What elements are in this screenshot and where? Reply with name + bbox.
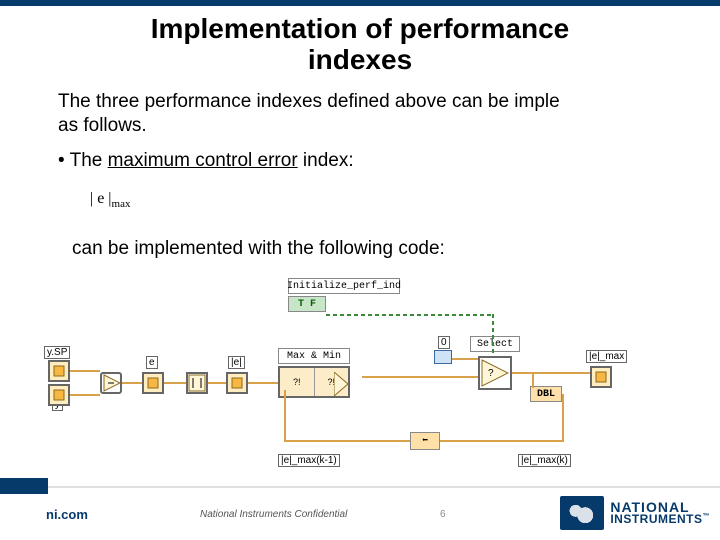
numeric-icon xyxy=(147,377,159,389)
node-zero xyxy=(434,350,452,364)
numeric-icon xyxy=(231,377,243,389)
minus-icon xyxy=(102,373,120,393)
bullet-underline: maximum control error xyxy=(108,150,298,171)
select-icon: ? xyxy=(480,358,510,388)
wire xyxy=(70,394,100,396)
node-emax-label: |e|_max xyxy=(586,350,627,363)
footer-accent xyxy=(0,478,48,494)
node-select-label: Select xyxy=(470,336,520,352)
wire xyxy=(248,382,278,384)
wire xyxy=(208,382,226,384)
node-abs xyxy=(186,372,208,394)
intro-text: The three performance indexes defined ab… xyxy=(58,90,710,138)
node-maxmin-label: Max & Min xyxy=(278,348,350,364)
triangle-icon xyxy=(334,372,350,396)
ni-eagle-icon xyxy=(560,496,604,530)
node-select: ? xyxy=(478,356,512,390)
wire xyxy=(562,394,564,442)
node-emaxk-label: |e|_max(k) xyxy=(518,454,571,467)
node-y xyxy=(48,384,70,406)
implementation-text: can be implemented with the following co… xyxy=(72,238,445,260)
wire xyxy=(362,376,478,378)
footer-separator xyxy=(0,486,720,488)
confidential-label: National Instruments Confidential xyxy=(200,509,347,520)
wire-bool xyxy=(326,314,494,316)
numeric-icon xyxy=(53,389,65,401)
title-line-1: Implementation of performance xyxy=(151,13,570,44)
node-tf: T F xyxy=(288,296,326,312)
abs-icon xyxy=(188,374,206,392)
svg-text:?: ? xyxy=(488,368,494,379)
ni-logo: NATIONAL INSTRUMENTS™ xyxy=(560,496,710,530)
node-subtract xyxy=(100,372,122,394)
bullet-suffix: index: xyxy=(298,150,354,171)
node-abse-label: |e| xyxy=(228,356,245,369)
node-ysp xyxy=(48,360,70,382)
title-line-2: indexes xyxy=(308,44,412,75)
formula-e-max: | e |max xyxy=(90,190,154,214)
ni-logo-text: NATIONAL INSTRUMENTS™ xyxy=(610,501,710,524)
wire-bool xyxy=(492,314,494,356)
node-ysp-label: y.SP xyxy=(44,346,70,359)
page-number: 6 xyxy=(440,509,446,520)
node-dbl: DBL xyxy=(530,386,562,402)
logo-line2: INSTRUMENTS xyxy=(610,512,702,526)
formula-main: | e | xyxy=(90,190,112,207)
node-emax xyxy=(590,366,612,388)
wire xyxy=(532,372,534,388)
node-abse xyxy=(226,372,248,394)
wire xyxy=(284,390,286,442)
formula-sub: max xyxy=(112,198,131,210)
intro-line-1: The three performance indexes defined ab… xyxy=(58,91,560,112)
site-label: ni.com xyxy=(46,507,88,522)
node-shiftreg: ⬅ xyxy=(410,432,440,450)
wire xyxy=(440,440,564,442)
node-maxmin: ?! ?! xyxy=(278,366,350,398)
intro-line-2: as follows. xyxy=(58,115,147,136)
wire xyxy=(452,358,478,360)
numeric-icon xyxy=(53,365,65,377)
wire xyxy=(164,382,186,384)
bullet-1: • The maximum control error index: xyxy=(58,150,354,172)
wire xyxy=(512,372,590,374)
bullet-prefix: • The xyxy=(58,150,108,171)
wire xyxy=(70,370,100,372)
slide-title: Implementation of performance indexes xyxy=(0,14,720,76)
node-init-label: Initialize_perf_ind xyxy=(288,278,400,294)
node-e xyxy=(142,372,164,394)
node-zero-label: 0 xyxy=(438,336,450,349)
wire xyxy=(122,382,142,384)
slide: Implementation of performance indexes Th… xyxy=(0,0,720,540)
node-e-label: e xyxy=(146,356,158,369)
node-emaxk1-label: |e|_max(k-1) xyxy=(278,454,340,467)
wire xyxy=(284,440,410,442)
numeric-icon xyxy=(595,371,607,383)
labview-diagram: y.SP y e |e| Initializ xyxy=(30,278,690,468)
top-accent-bar xyxy=(0,0,720,6)
logo-tm: ™ xyxy=(703,513,711,520)
